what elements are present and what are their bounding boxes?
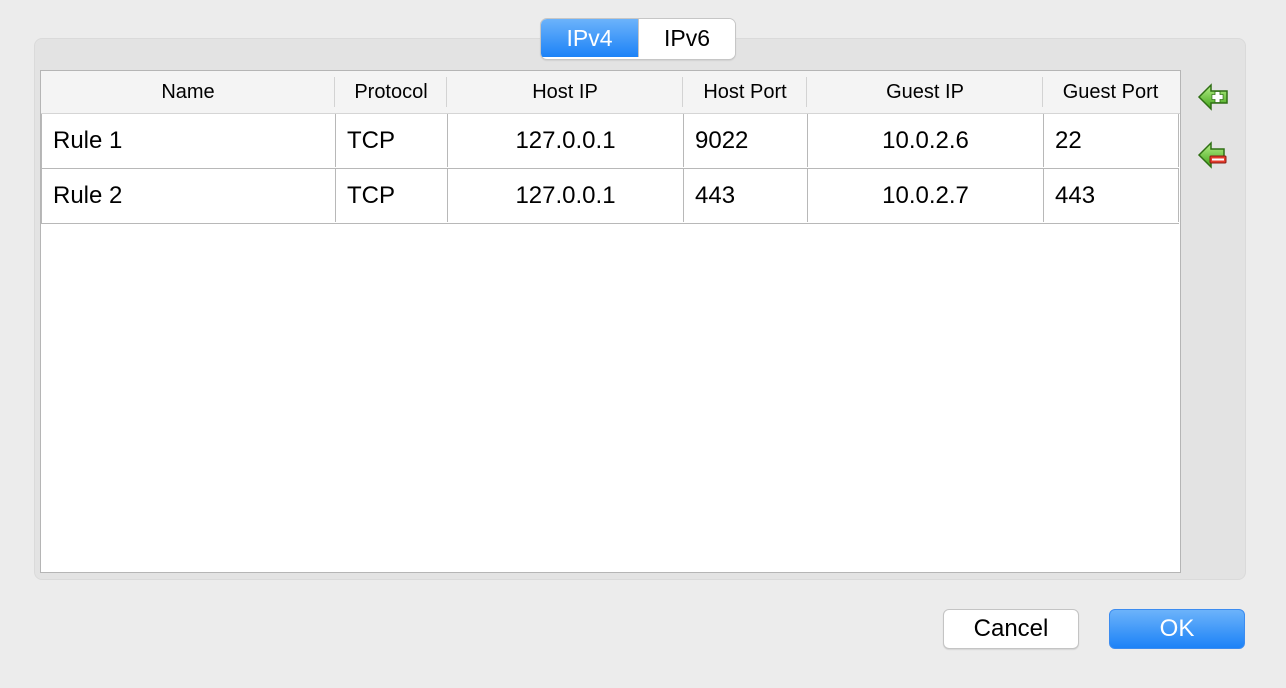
- tab-ipv4[interactable]: IPv4: [541, 19, 638, 57]
- cell-protocol[interactable]: TCP: [336, 114, 448, 167]
- cell-guest-ip[interactable]: 10.0.2.7: [808, 169, 1044, 222]
- ip-version-segmented-control: IPv4 IPv6: [540, 18, 736, 60]
- cancel-button[interactable]: Cancel: [943, 609, 1079, 649]
- cell-host-ip[interactable]: 127.0.0.1: [448, 114, 684, 167]
- table-row[interactable]: Rule 1 TCP 127.0.0.1 9022 10.0.2.6 22: [42, 114, 1179, 169]
- cell-host-port[interactable]: 443: [684, 169, 808, 222]
- cell-guest-port[interactable]: 443: [1044, 169, 1179, 222]
- column-header-host-port[interactable]: Host Port: [683, 71, 807, 113]
- port-forwarding-dialog: IPv4 IPv6 Name Protocol Host IP Host Por…: [0, 0, 1286, 688]
- cell-protocol[interactable]: TCP: [336, 169, 448, 222]
- cell-name[interactable]: Rule 1: [42, 114, 336, 167]
- cell-host-ip[interactable]: 127.0.0.1: [448, 169, 684, 222]
- ok-button[interactable]: OK: [1109, 609, 1245, 649]
- cell-name[interactable]: Rule 2: [42, 169, 336, 222]
- table-header: Name Protocol Host IP Host Port Guest IP…: [41, 71, 1180, 114]
- cell-host-port[interactable]: 9022: [684, 114, 808, 167]
- add-rule-icon: [1197, 83, 1228, 111]
- cell-guest-port[interactable]: 22: [1044, 114, 1179, 167]
- port-forwarding-rules-table: Name Protocol Host IP Host Port Guest IP…: [40, 70, 1181, 573]
- add-rule-button[interactable]: [1196, 80, 1230, 114]
- remove-rule-icon: [1197, 141, 1227, 169]
- column-header-guest-port[interactable]: Guest Port: [1043, 71, 1178, 113]
- remove-rule-button[interactable]: [1196, 138, 1230, 172]
- table-body: Rule 1 TCP 127.0.0.1 9022 10.0.2.6 22 Ru…: [41, 114, 1179, 224]
- tab-ipv6[interactable]: IPv6: [638, 19, 735, 57]
- table-row[interactable]: Rule 2 TCP 127.0.0.1 443 10.0.2.7 443: [42, 169, 1179, 224]
- column-header-protocol[interactable]: Protocol: [335, 71, 447, 113]
- cell-guest-ip[interactable]: 10.0.2.6: [808, 114, 1044, 167]
- column-header-guest-ip[interactable]: Guest IP: [807, 71, 1043, 113]
- column-header-name[interactable]: Name: [41, 71, 335, 113]
- column-header-host-ip[interactable]: Host IP: [447, 71, 683, 113]
